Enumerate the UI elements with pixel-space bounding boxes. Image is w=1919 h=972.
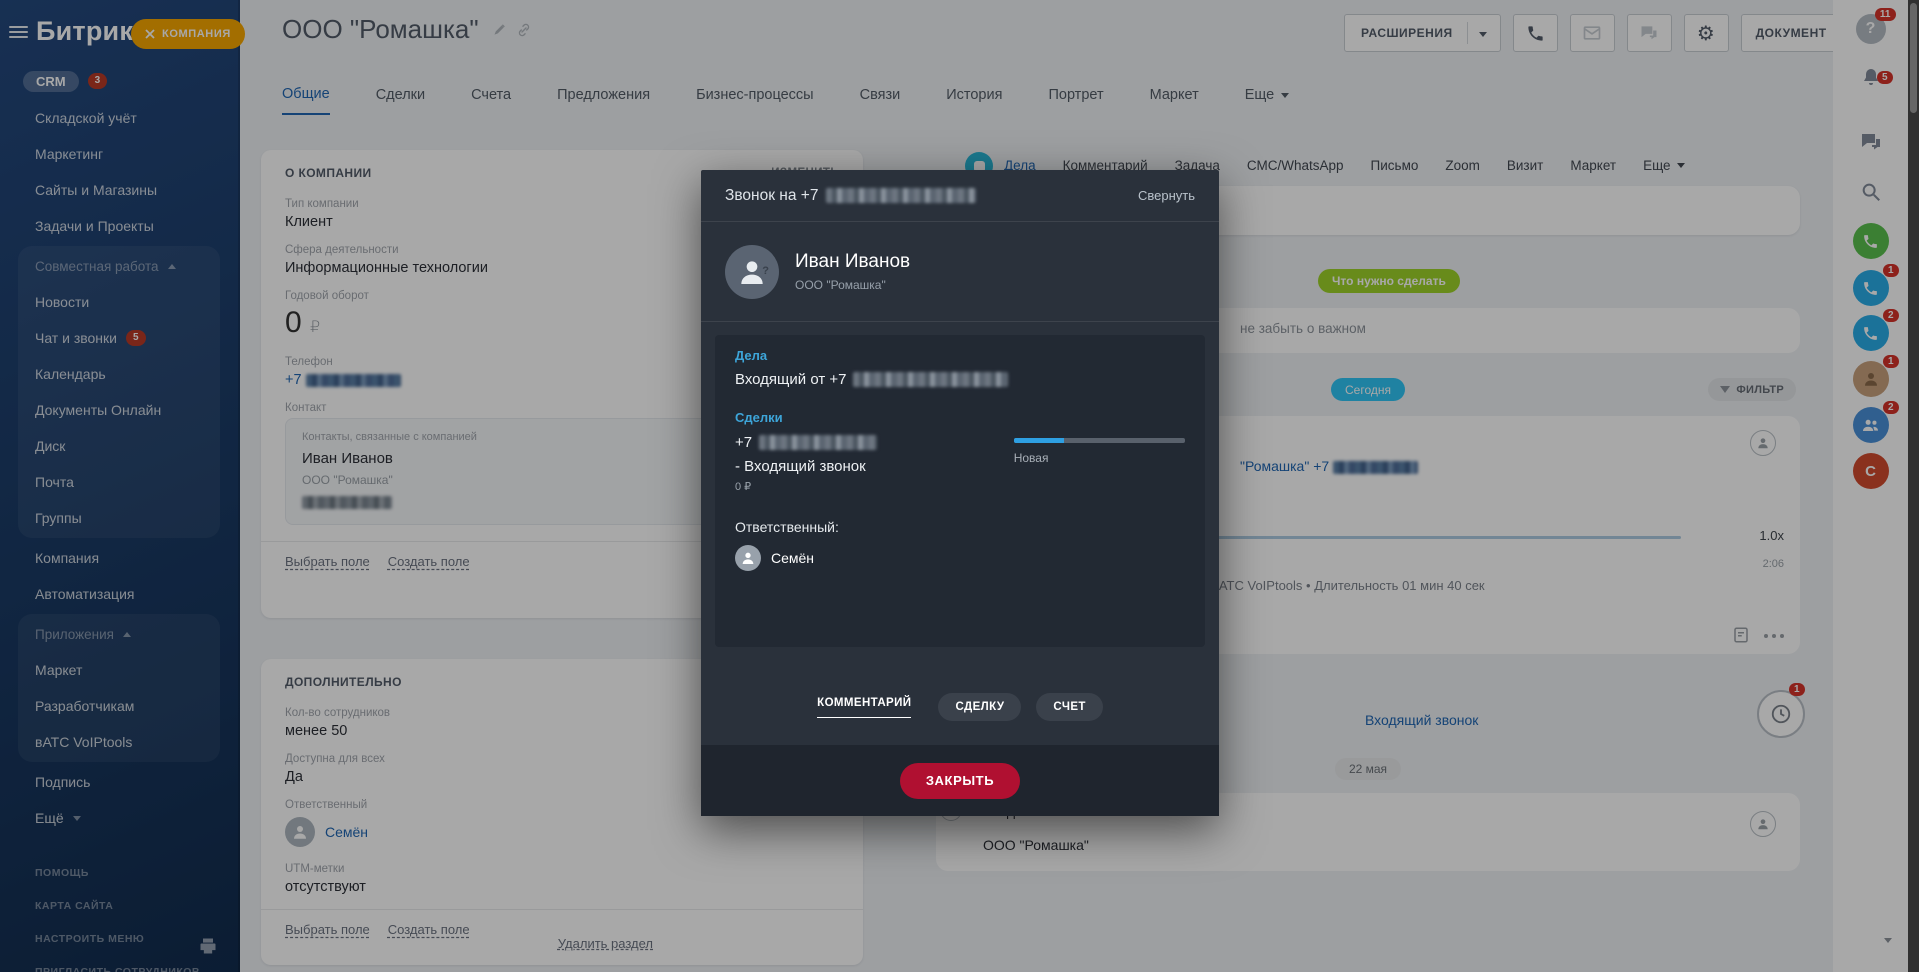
contact-name[interactable]: Иван Иванов xyxy=(795,251,910,273)
redacted-phone xyxy=(826,188,977,203)
deal-stage: Новая xyxy=(1013,434,1185,493)
incoming-activity[interactable]: Входящий от +7 xyxy=(735,371,1185,388)
call-popup: Звонок на +7 Свернуть ? Иван Иванов ООО … xyxy=(701,170,1219,816)
responsible-name: Семён xyxy=(771,550,815,566)
responsible-label: Ответственный: xyxy=(735,519,839,535)
deal-row: +7 - Входящий звонок 0 ₽ Новая xyxy=(735,434,1185,493)
call-popup-header: Звонок на +7 Свернуть xyxy=(701,170,1219,222)
call-popup-tabs: КОММЕНТАРИЙ СДЕЛКУ СЧЕТ xyxy=(701,693,1219,721)
question-mark-icon: ? xyxy=(762,264,769,277)
bitrix24-crm-screen: Битрикс КОМПАНИЯ CRM 3 Складской учёт Ма… xyxy=(0,0,1919,972)
close-button[interactable]: ЗАКРЫТЬ xyxy=(899,762,1021,799)
redacted-phone xyxy=(853,372,1009,387)
call-contact-block: ? Иван Иванов ООО "Ромашка" xyxy=(701,222,1219,322)
stage-name: Новая xyxy=(1013,451,1049,465)
contact-avatar: ? xyxy=(725,244,779,299)
popup-tab-invoice[interactable]: СЧЕТ xyxy=(1036,693,1103,721)
activities-label: Дела xyxy=(735,348,768,363)
redacted-phone xyxy=(759,435,878,450)
stage-progress-bar xyxy=(1013,438,1185,443)
call-popup-footer: ЗАКРЫТЬ xyxy=(701,745,1219,816)
call-details-panel: Дела Входящий от +7 Сделки +7 - Входящий… xyxy=(715,335,1205,647)
avatar xyxy=(735,545,761,571)
deal-amount: 0 ₽ xyxy=(735,481,752,493)
popup-tab-deal[interactable]: СДЕЛКУ xyxy=(938,693,1022,721)
call-popup-title: Звонок на +7 xyxy=(725,187,977,205)
popup-tab-comment[interactable]: КОММЕНТАРИЙ xyxy=(817,697,912,718)
contact-company: ООО "Ромашка" xyxy=(795,278,886,292)
deals-label: Сделки xyxy=(735,410,783,425)
responsible-row[interactable]: Семён xyxy=(735,545,1185,571)
deal-title-link[interactable]: +7 - Входящий звонок xyxy=(735,434,1014,475)
collapse-link[interactable]: Свернуть xyxy=(1138,188,1195,203)
